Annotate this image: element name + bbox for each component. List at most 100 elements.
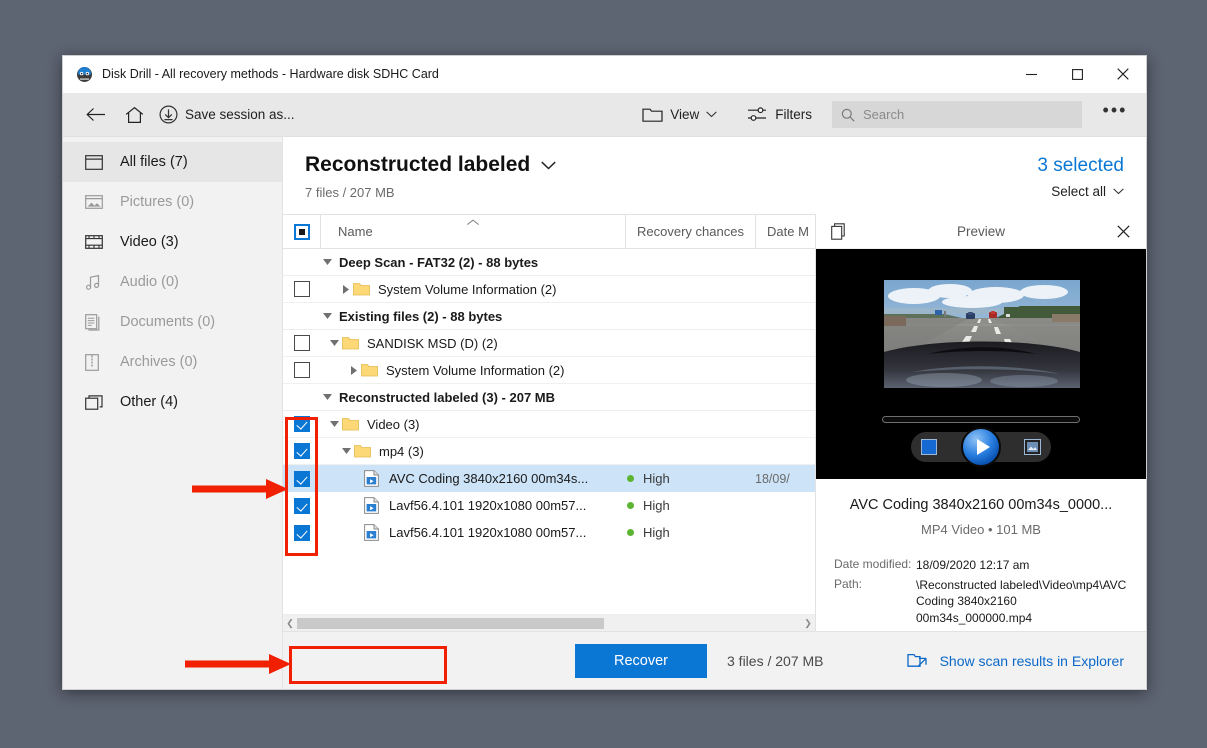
back-button[interactable] [77, 98, 115, 132]
video-preview[interactable] [816, 249, 1146, 479]
sidebar-item-label: Audio (0) [120, 274, 179, 290]
table-row[interactable]: System Volume Information (2) [283, 357, 815, 384]
row-label: Existing files (2) - 88 bytes [335, 309, 815, 324]
column-header-recovery[interactable]: Recovery chances [625, 214, 755, 249]
expand-triangle-down-icon[interactable] [320, 313, 335, 319]
scrollbar-thumb[interactable] [297, 618, 604, 629]
snapshot-button[interactable] [1024, 439, 1041, 455]
expand-triangle-down-icon[interactable] [320, 259, 335, 265]
row-checkbox[interactable] [283, 443, 320, 459]
table-row[interactable]: Lavf56.4.101 1920x1080 00m57... High [283, 519, 815, 546]
expand-triangle-right-icon[interactable] [338, 285, 353, 294]
video-icon [85, 235, 107, 249]
horizontal-scrollbar[interactable]: ❮ ❯ [283, 614, 815, 631]
checkbox-unchecked [294, 335, 310, 351]
folder-icon [342, 417, 361, 431]
expand-triangle-down-icon[interactable] [339, 448, 354, 454]
sidebar-item-label: Other (4) [120, 394, 178, 410]
more-options-button[interactable]: ••• [1098, 100, 1132, 130]
column-header-name[interactable]: Name [320, 214, 625, 249]
sidebar-item-pictures[interactable]: Pictures (0) [63, 182, 282, 222]
row-checkbox[interactable] [283, 281, 320, 297]
row-label: System Volume Information (2) [378, 282, 815, 297]
recover-button[interactable]: Recover [575, 644, 707, 678]
other-icon [85, 395, 107, 410]
stop-button[interactable] [921, 439, 937, 455]
filters-label: Filters [775, 107, 812, 122]
filters-sliders-icon [747, 106, 768, 123]
seek-bar[interactable] [882, 416, 1080, 423]
select-all-label: Select all [1051, 184, 1106, 199]
sidebar-item-label: Video (3) [120, 234, 179, 250]
checkbox-checked [294, 498, 310, 514]
table-row[interactable]: SANDISK MSD (D) (2) [283, 330, 815, 357]
row-checkbox[interactable] [283, 498, 320, 514]
table-row[interactable]: Existing files (2) - 88 bytes [283, 303, 815, 330]
table-row[interactable]: Deep Scan - FAT32 (2) - 88 bytes [283, 249, 815, 276]
copy-icon[interactable] [816, 223, 862, 240]
pictures-icon [85, 194, 107, 210]
recovery-label: High [643, 471, 670, 486]
row-checkbox[interactable] [283, 362, 320, 378]
maximize-button[interactable] [1054, 56, 1100, 93]
page-title-row[interactable]: Reconstructed labeled [305, 153, 1037, 177]
view-button[interactable]: View [636, 98, 723, 132]
row-checkbox[interactable] [283, 471, 320, 487]
table-row[interactable]: Lavf56.4.101 1920x1080 00m57... High [283, 492, 815, 519]
save-session-button[interactable]: Save session as... [153, 98, 301, 132]
chevron-down-icon [541, 161, 556, 170]
expand-triangle-right-icon[interactable] [346, 366, 361, 375]
save-download-icon [159, 105, 178, 124]
home-button[interactable] [115, 98, 153, 132]
row-checkbox[interactable] [283, 416, 320, 432]
expand-triangle-down-icon[interactable] [320, 394, 335, 400]
status-dot [627, 502, 634, 509]
recovery-chance: High [625, 471, 755, 486]
select-all-button[interactable]: Select all [1037, 184, 1124, 199]
row-checkbox[interactable] [283, 335, 320, 351]
minimize-button[interactable] [1008, 56, 1054, 93]
table-row[interactable]: mp4 (3) [283, 438, 815, 465]
scrollbar-track[interactable] [297, 618, 801, 629]
row-label: SANDISK MSD (D) (2) [367, 336, 815, 351]
table-row[interactable]: AVC Coding 3840x2160 00m34s... High 18/0… [283, 465, 815, 492]
scroll-left-arrow-icon[interactable]: ❮ [283, 615, 297, 632]
content-header-left: Reconstructed labeled 7 files / 207 MB [305, 153, 1037, 214]
sidebar-item-other[interactable]: Other (4) [63, 382, 282, 422]
scroll-right-arrow-icon[interactable]: ❯ [801, 615, 815, 632]
file-rows: Deep Scan - FAT32 (2) - 88 bytes [283, 249, 815, 614]
recovery-chance: High [625, 525, 755, 540]
close-icon[interactable] [1100, 225, 1146, 238]
preview-panel: Preview [815, 214, 1146, 631]
sidebar-item-video[interactable]: Video (3) [63, 222, 282, 262]
row-checkbox[interactable] [283, 525, 320, 541]
recovery-label: High [643, 525, 670, 540]
play-button[interactable] [961, 427, 1001, 467]
sidebar-item-documents[interactable]: Documents (0) [63, 302, 282, 342]
documents-icon [85, 314, 107, 331]
show-in-explorer-link[interactable]: Show scan results in Explorer [907, 652, 1124, 669]
search-box[interactable]: Search [832, 101, 1082, 128]
sidebar-item-label: Documents (0) [120, 314, 215, 330]
column-header-date[interactable]: Date M [755, 214, 815, 249]
expand-triangle-down-icon[interactable] [327, 421, 342, 427]
sidebar-item-audio[interactable]: Audio (0) [63, 262, 282, 302]
filters-button[interactable]: Filters [741, 98, 818, 132]
sidebar-item-label: Archives (0) [120, 354, 197, 370]
close-button[interactable] [1100, 56, 1146, 93]
expand-triangle-down-icon[interactable] [327, 340, 342, 346]
preview-field-value: 18/09/2020 12:17 am [916, 557, 1128, 573]
sidebar-item-archives[interactable]: Archives (0) [63, 342, 282, 382]
content-header-right: 3 selected Select all [1037, 153, 1124, 214]
sidebar-item-all-files[interactable]: All files (7) [63, 142, 282, 182]
archives-icon [85, 354, 107, 371]
checkbox-checked [294, 471, 310, 487]
table-row[interactable]: Video (3) [283, 411, 815, 438]
row-label: Deep Scan - FAT32 (2) - 88 bytes [335, 255, 815, 270]
checkbox-unchecked [294, 362, 310, 378]
table-row[interactable]: Reconstructed labeled (3) - 207 MB [283, 384, 815, 411]
table-row[interactable]: System Volume Information (2) [283, 276, 815, 303]
select-all-checkbox[interactable] [283, 224, 320, 240]
folder-icon [642, 106, 663, 123]
content-header: Reconstructed labeled 7 files / 207 MB 3… [283, 137, 1146, 214]
